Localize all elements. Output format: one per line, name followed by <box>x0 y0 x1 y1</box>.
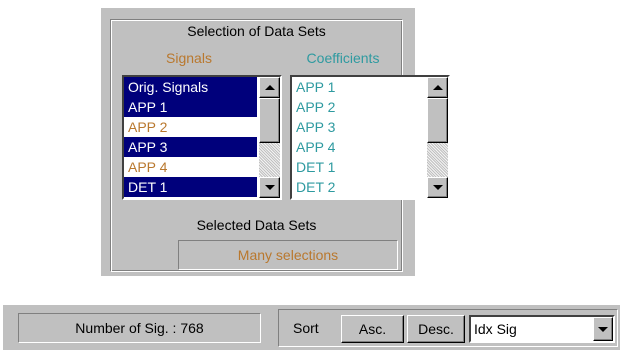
selection-groupbox: Selection of Data Sets Signals Coefficie… <box>110 19 450 272</box>
signals-listbox[interactable]: Orig. Signals APP 1 APP 2 APP 3 APP 4 DE… <box>122 75 282 200</box>
signals-scrollbar[interactable] <box>259 77 280 198</box>
coefficients-list-item[interactable]: APP 3 <box>292 117 425 137</box>
selected-data-sets-value: Many selections <box>178 240 398 270</box>
coefficients-list-item[interactable]: DET 2 <box>292 177 425 197</box>
coefficients-list-item[interactable]: DET 1 <box>292 157 425 177</box>
sort-ascending-button[interactable]: Asc. <box>341 315 404 343</box>
bottom-panel: Number of Sig. : 768 Sort Asc. Desc. Idx… <box>3 305 620 350</box>
chevron-down-icon <box>598 326 608 332</box>
sort-label: Sort <box>293 320 319 336</box>
coefficients-title: Coefficients <box>306 50 380 66</box>
sort-descending-button[interactable]: Desc. <box>407 315 465 343</box>
sort-by-value: Idx Sig <box>474 321 517 337</box>
groupbox-title-text: Selection of Data Sets <box>183 23 330 39</box>
triangle-down-icon <box>264 185 275 190</box>
triangle-up-icon <box>264 85 275 90</box>
coefficients-list-item[interactable]: APP 1 <box>292 77 425 97</box>
groupbox-title: Selection of Data Sets <box>111 21 402 41</box>
signals-list-item[interactable]: APP 2 <box>124 117 257 137</box>
signals-list-item[interactable]: APP 4 <box>124 157 257 177</box>
signals-scroll-up-button[interactable] <box>259 77 280 98</box>
signals-list-item[interactable]: Orig. Signals <box>124 77 257 97</box>
signals-list-item[interactable]: APP 1 <box>124 97 257 117</box>
coefficients-scroll-down-button[interactable] <box>427 177 448 198</box>
coefficients-list-item[interactable]: APP 2 <box>292 97 425 117</box>
coefficients-scrollbar[interactable] <box>427 77 448 198</box>
selected-data-sets-label: Selected Data Sets <box>196 217 317 233</box>
coefficients-items: APP 1 APP 2 APP 3 APP 4 DET 1 DET 2 <box>292 77 425 197</box>
signals-scroll-down-button[interactable] <box>259 177 280 198</box>
coefficients-list-item[interactable]: APP 4 <box>292 137 425 157</box>
sort-by-select[interactable]: Idx Sig <box>469 315 615 343</box>
signals-list-item[interactable]: DET 1 <box>124 177 257 197</box>
triangle-up-icon <box>432 85 443 90</box>
signals-items: Orig. Signals APP 1 APP 2 APP 3 APP 4 DE… <box>124 77 257 197</box>
coefficients-scroll-thumb[interactable] <box>427 98 448 143</box>
coefficients-scroll-up-button[interactable] <box>427 77 448 98</box>
signals-scroll-thumb[interactable] <box>259 98 280 143</box>
signals-title: Signals <box>166 50 212 66</box>
coefficients-listbox[interactable]: APP 1 APP 2 APP 3 APP 4 DET 1 DET 2 <box>290 75 450 200</box>
signals-list-item[interactable]: APP 3 <box>124 137 257 157</box>
sort-group: Sort Asc. Desc. Idx Sig <box>278 309 618 347</box>
number-of-signals-display: Number of Sig. : 768 <box>18 313 261 343</box>
triangle-down-icon <box>432 185 443 190</box>
sort-dropdown-button[interactable] <box>593 317 613 341</box>
data-sets-panel: Selection of Data Sets Signals Coefficie… <box>101 8 450 276</box>
